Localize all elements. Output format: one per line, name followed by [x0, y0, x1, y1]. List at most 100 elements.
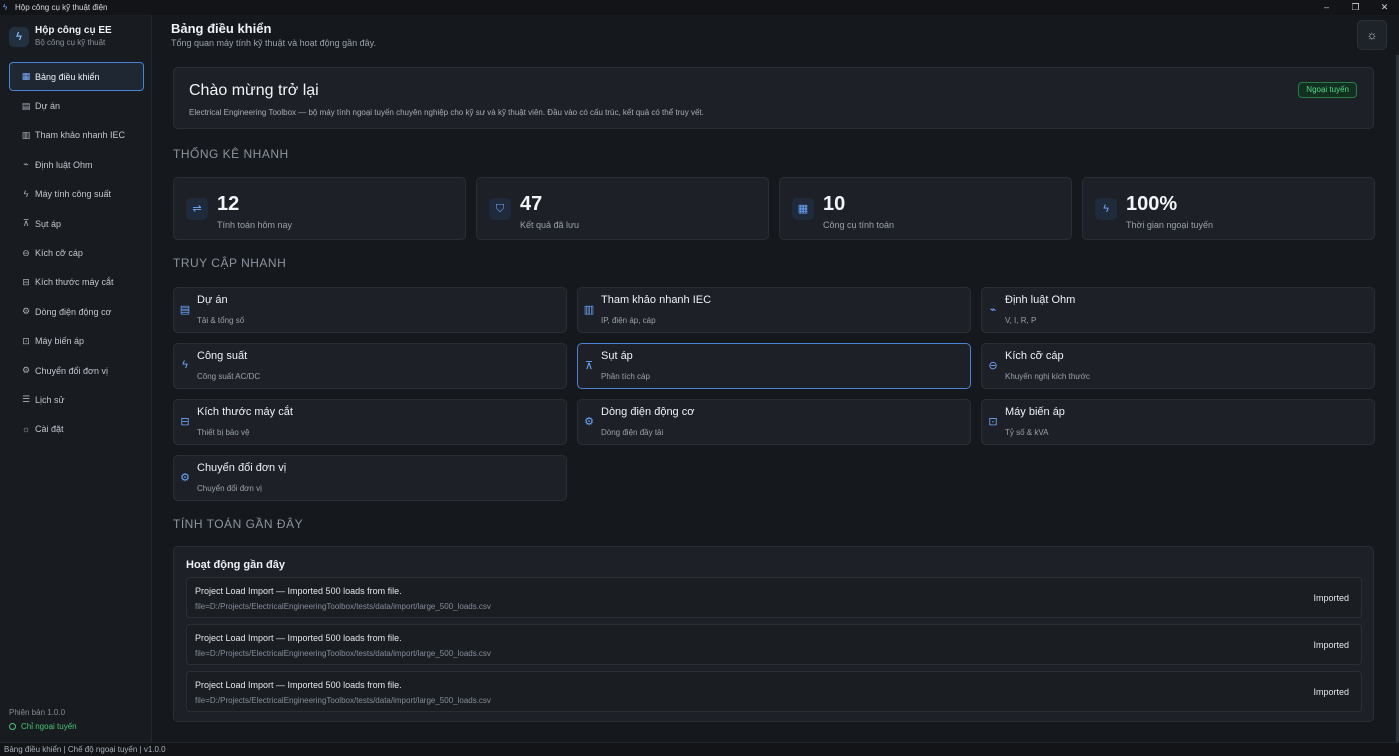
stat-label: Thời gian ngoại tuyến [1126, 220, 1213, 230]
activity-detail: file=D:/Projects/ElectricalEngineeringTo… [195, 649, 491, 658]
quick-card-iec-reference[interactable]: ▥ Tham khảo nhanh IEC IP, điện áp, cáp [577, 287, 971, 333]
cable-icon: ⊖ [988, 360, 998, 372]
omega-icon: ⌁ [23, 159, 29, 170]
quick-card-subtitle: Phân tích cáp [601, 372, 650, 381]
gear-icon: ☼ [21, 424, 31, 435]
quick-card-subtitle: Tỷ số & kVA [1005, 428, 1049, 437]
quick-card-title: Dự án [197, 294, 228, 306]
section-quick-label: TRUY CẬP NHANH [173, 256, 287, 270]
stat-label: Công cụ tính toán [823, 220, 895, 230]
transformer-icon: ⊡ [22, 335, 30, 346]
sidebar-item-iec-reference[interactable]: ▥ Tham khảo nhanh IEC [9, 121, 144, 150]
sidebar-item-label: Lịch sử [35, 394, 65, 405]
activity-title: Hoạt động gần đây [186, 559, 285, 571]
sidebar-item-label: Máy tính công suất [35, 189, 112, 200]
folder-icon: ▤ [179, 304, 191, 316]
quick-card-subtitle: Khuyến nghị kích thước [1005, 372, 1090, 381]
quick-card-ohms-law[interactable]: ⌁ Định luật Ohm V, I, R, P [981, 287, 1375, 333]
page-title: Bảng điều khiển [171, 21, 272, 36]
activity-status: Imported [1313, 687, 1349, 697]
version-label: Phiên bản 1.0.0 [9, 708, 66, 717]
quick-card-motor-current[interactable]: ⚙ Dòng điện động cơ Dòng điện đầy tải [577, 399, 971, 445]
stat-card: ⛉ 47 Kết quả đã lưu [476, 177, 769, 240]
quick-card-title: Định luật Ohm [1005, 294, 1076, 306]
quick-card-subtitle: Chuyển đổi đơn vị [197, 484, 262, 493]
close-icon[interactable]: ✕ [1370, 0, 1399, 15]
brand-name: Hộp công cụ EE [35, 25, 112, 36]
sidebar-item-label: Máy biến áp [35, 336, 85, 347]
transformer-icon: ⊡ [988, 416, 998, 428]
app-icon: ϟ [3, 3, 8, 12]
stat-value: 12 [217, 193, 240, 215]
breaker-icon: ⊟ [180, 416, 190, 428]
cable-icon: ⊖ [22, 247, 30, 258]
sidebar-item-ohms-law[interactable]: ⌁ Định luật Ohm [9, 150, 144, 179]
sidebar-item-label: Sụt áp [35, 218, 62, 229]
sidebar-item-label: Bảng điều khiển [35, 71, 100, 82]
motor-icon: ⚙ [584, 416, 594, 428]
sidebar-item-label: Kích cỡ cáp [35, 248, 83, 259]
status-bar: Bảng điều khiển | Chế độ ngoại tuyến | v… [0, 742, 1399, 756]
activity-status: Imported [1313, 593, 1349, 603]
activity-detail: file=D:/Projects/ElectricalEngineeringTo… [195, 696, 491, 705]
book-icon: ▥ [21, 129, 31, 140]
drop-icon: ⊼ [584, 360, 594, 372]
offline-status: Chỉ ngoại tuyến [9, 722, 77, 731]
sidebar-item-history[interactable]: ☰ Lịch sử [9, 385, 144, 414]
sidebar-item-voltage-drop[interactable]: ⊼ Sụt áp [9, 209, 144, 238]
quick-card-power[interactable]: ϟ Công suất Công suất AC/DC [173, 343, 567, 389]
stat-card: ▦ 10 Công cụ tính toán [779, 177, 1072, 240]
quick-card-title: Kích cỡ cáp [1005, 350, 1064, 362]
quick-card-cable-sizing[interactable]: ⊖ Kích cỡ cáp Khuyến nghị kích thước [981, 343, 1375, 389]
sidebar-item-transformer[interactable]: ⊡ Máy biến áp [9, 327, 144, 356]
quick-card-title: Chuyển đổi đơn vị [197, 462, 287, 474]
stat-value: 47 [520, 193, 543, 215]
activity-row[interactable]: Project Load Import — Imported 500 loads… [186, 577, 1362, 618]
sidebar-item-settings[interactable]: ☼ Cài đặt [9, 415, 144, 444]
sidebar-item-label: Chuyển đổi đơn vị [35, 365, 108, 376]
book-icon: ▥ [583, 304, 595, 316]
quick-card-subtitle: Thiết bị bảo vệ [197, 428, 250, 437]
quick-card-breaker-sizing[interactable]: ⊟ Kích thước máy cắt Thiết bị bảo vệ [173, 399, 567, 445]
sidebar-item-unit-converter[interactable]: ⚙ Chuyển đổi đơn vị [9, 356, 144, 385]
theme-toggle-button[interactable]: ☼ [1357, 20, 1387, 50]
grid-icon: ▦ [792, 198, 814, 220]
offline-status-label: Chỉ ngoại tuyến [21, 722, 77, 731]
quick-card-projects[interactable]: ▤ Dự án Tải & tổng số [173, 287, 567, 333]
page-subtitle: Tổng quan máy tính kỹ thuật và hoạt động… [171, 38, 376, 48]
sidebar-item-label: Cài đặt [35, 424, 64, 435]
sidebar-item-label: Kích thước máy cắt [35, 277, 114, 288]
activity-detail: file=D:/Projects/ElectricalEngineeringTo… [195, 602, 491, 611]
quick-card-subtitle: Tải & tổng số [197, 316, 245, 325]
quick-card-transformer[interactable]: ⊡ Máy biến áp Tỷ số & kVA [981, 399, 1375, 445]
sidebar-item-label: Định luật Ohm [35, 159, 93, 170]
sidebar: ϟ Hộp công cụ EE Bộ công cụ kỹ thuật ▦ Bả… [0, 15, 152, 742]
quick-card-subtitle: Công suất AC/DC [197, 372, 261, 381]
sidebar-item-power-calculator[interactable]: ϟ Máy tính công suất [9, 180, 144, 209]
quick-card-title: Dòng điện động cơ [601, 406, 695, 418]
sidebar-nav: ▦ Bảng điều khiển ▤ Dự án ▥ Tham khảo nhanh… [9, 62, 144, 444]
activity-text: Project Load Import — Imported 500 loads… [195, 586, 402, 596]
stat-card: ϟ 100% Thời gian ngoại tuyến [1082, 177, 1375, 240]
sidebar-item-projects[interactable]: ▤ Dự án [9, 91, 144, 120]
sidebar-item-motor-current[interactable]: ⚙ Dòng điện động cơ [9, 297, 144, 326]
history-icon: ☰ [21, 394, 31, 405]
stat-label: Kết quả đã lưu [520, 220, 580, 230]
quick-card-voltage-drop[interactable]: ⊼ Sụt áp Phân tích cáp [577, 343, 971, 389]
activity-row[interactable]: Project Load Import — Imported 500 loads… [186, 624, 1362, 665]
quick-card-subtitle: IP, điện áp, cáp [601, 316, 656, 325]
minimize-icon[interactable]: – [1312, 0, 1341, 15]
quick-card-title: Sụt áp [601, 350, 633, 362]
sidebar-item-breaker-sizing[interactable]: ⊟ Kích thước máy cắt [9, 268, 144, 297]
convert-icon: ⚙ [180, 472, 190, 484]
quick-card-unit-converter[interactable]: ⚙ Chuyển đổi đơn vị Chuyển đổi đơn vị [173, 455, 567, 501]
section-stats-label: THỐNG KÊ NHANH [173, 147, 289, 161]
restore-icon[interactable]: ❐ [1341, 0, 1370, 15]
offline-badge: Ngoại tuyến [1298, 82, 1357, 98]
sidebar-item-label: Dòng điện động cơ [35, 306, 112, 317]
sidebar-item-dashboard[interactable]: ▦ Bảng điều khiển [9, 62, 144, 92]
stat-value: 100% [1126, 193, 1178, 215]
sidebar-item-cable-sizing[interactable]: ⊖ Kích cỡ cáp [9, 238, 144, 267]
main-content: Bảng điều khiển Tổng quan máy tính kỹ th… [153, 15, 1399, 742]
activity-row[interactable]: Project Load Import — Imported 500 loads… [186, 671, 1362, 712]
